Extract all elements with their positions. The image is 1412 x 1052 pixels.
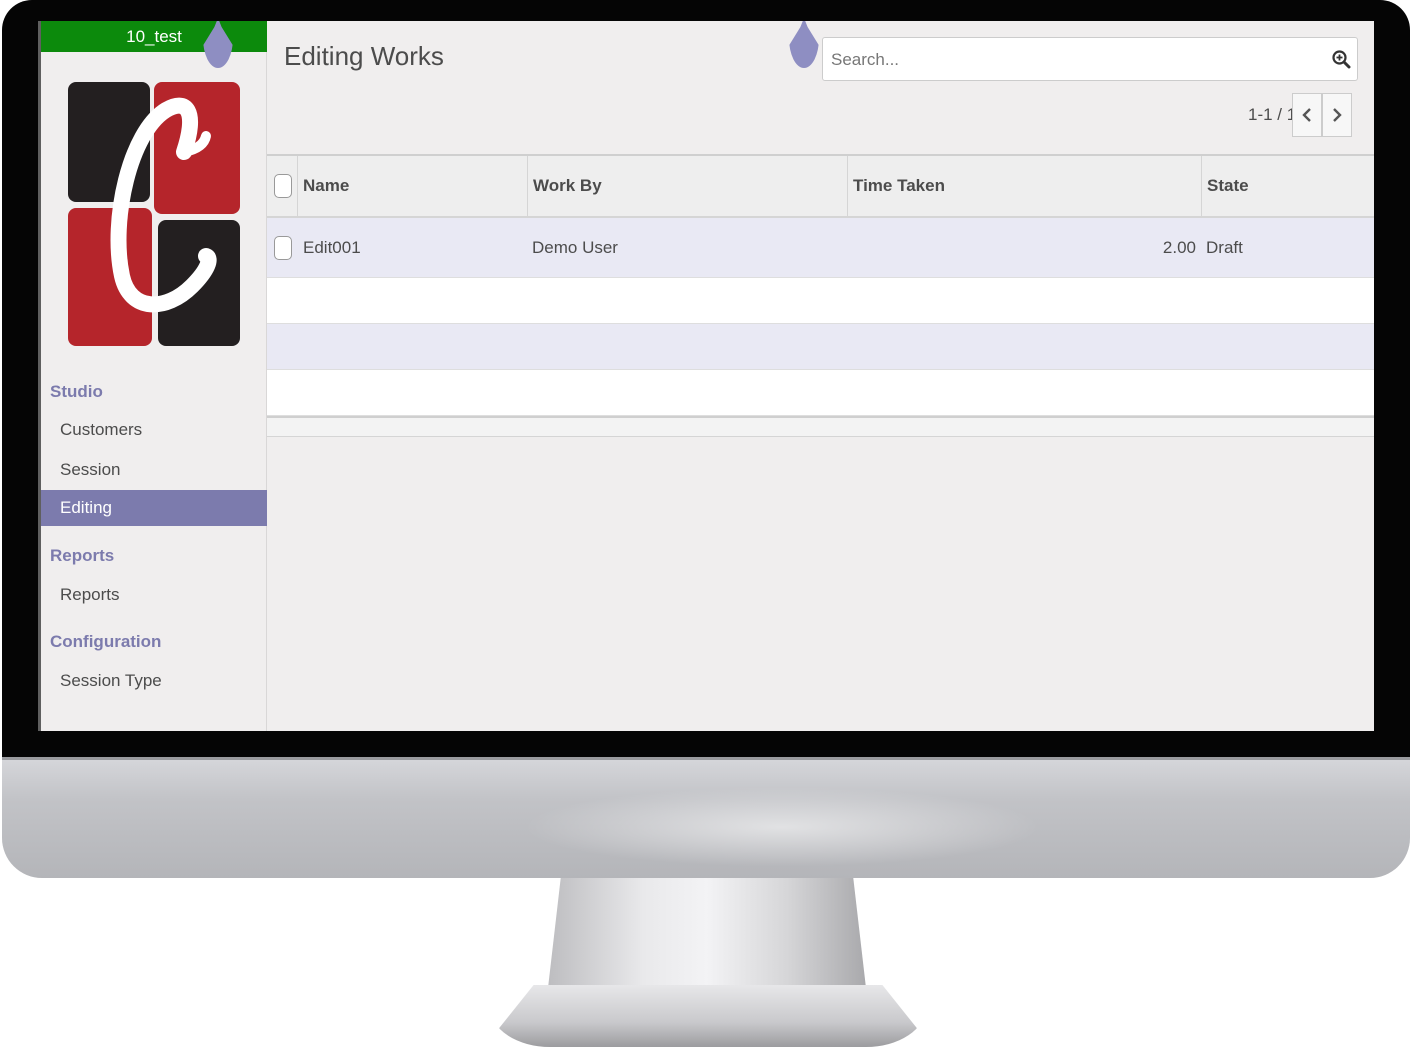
cell-name: Edit001 [303, 238, 361, 257]
select-all-checkbox[interactable] [274, 174, 292, 198]
company-logo [68, 82, 240, 346]
sidebar-heading-reports: Reports [50, 546, 115, 565]
cell-time-taken: 2.00 [1162, 238, 1196, 257]
sidebar: 10_test Studio Customers Session Editing… [38, 21, 267, 731]
page-title: Editing Works [284, 41, 444, 71]
sidebar-item-session[interactable]: Session [41, 452, 267, 488]
sidebar-item-reports[interactable]: Reports [41, 577, 267, 613]
empty-table-row [267, 278, 1374, 324]
column-header-state[interactable]: State [1201, 156, 1374, 216]
table-footer [267, 416, 1374, 437]
search-icon[interactable] [1331, 49, 1351, 69]
sidebar-item-session-type[interactable]: Session Type [41, 663, 267, 699]
row-checkbox[interactable] [274, 236, 292, 260]
monitor-stand [548, 878, 866, 988]
sidebar-item-editing[interactable]: Editing [41, 490, 267, 526]
app-screen: 10_test Studio Customers Session Editing… [38, 21, 1374, 731]
empty-table-row [267, 370, 1374, 416]
search-box [822, 37, 1358, 81]
column-header-name[interactable]: Name [297, 156, 527, 216]
sidebar-item-customers[interactable]: Customers [41, 412, 267, 448]
pager-previous-button[interactable] [1292, 93, 1322, 137]
chevron-left-icon [1302, 108, 1311, 123]
monitor-chin [2, 757, 1410, 878]
table-header: Name Work By Time Taken State [267, 154, 1374, 218]
column-header-work-by[interactable]: Work By [527, 156, 847, 216]
main-content: Editing Works 1-1 / 1 Name [267, 21, 1374, 731]
database-name-bar: 10_test [41, 21, 267, 52]
monitor-stand-base [490, 985, 926, 1047]
cell-state: Draft [1206, 238, 1243, 257]
empty-table-row [267, 324, 1374, 370]
sidebar-heading-studio: Studio [50, 382, 103, 401]
pager-value[interactable]: 1-1 / 1 [1248, 105, 1296, 125]
pager-next-button[interactable] [1322, 93, 1352, 137]
sidebar-heading-configuration: Configuration [50, 632, 162, 651]
list-table: Name Work By Time Taken State Edit001 De… [267, 154, 1374, 437]
chevron-right-icon [1333, 108, 1342, 123]
column-header-time-taken[interactable]: Time Taken [847, 156, 1201, 216]
search-input[interactable] [829, 46, 1313, 74]
table-row[interactable]: Edit001 Demo User 2.00 Draft [267, 218, 1374, 278]
cell-work-by: Demo User [532, 238, 618, 257]
